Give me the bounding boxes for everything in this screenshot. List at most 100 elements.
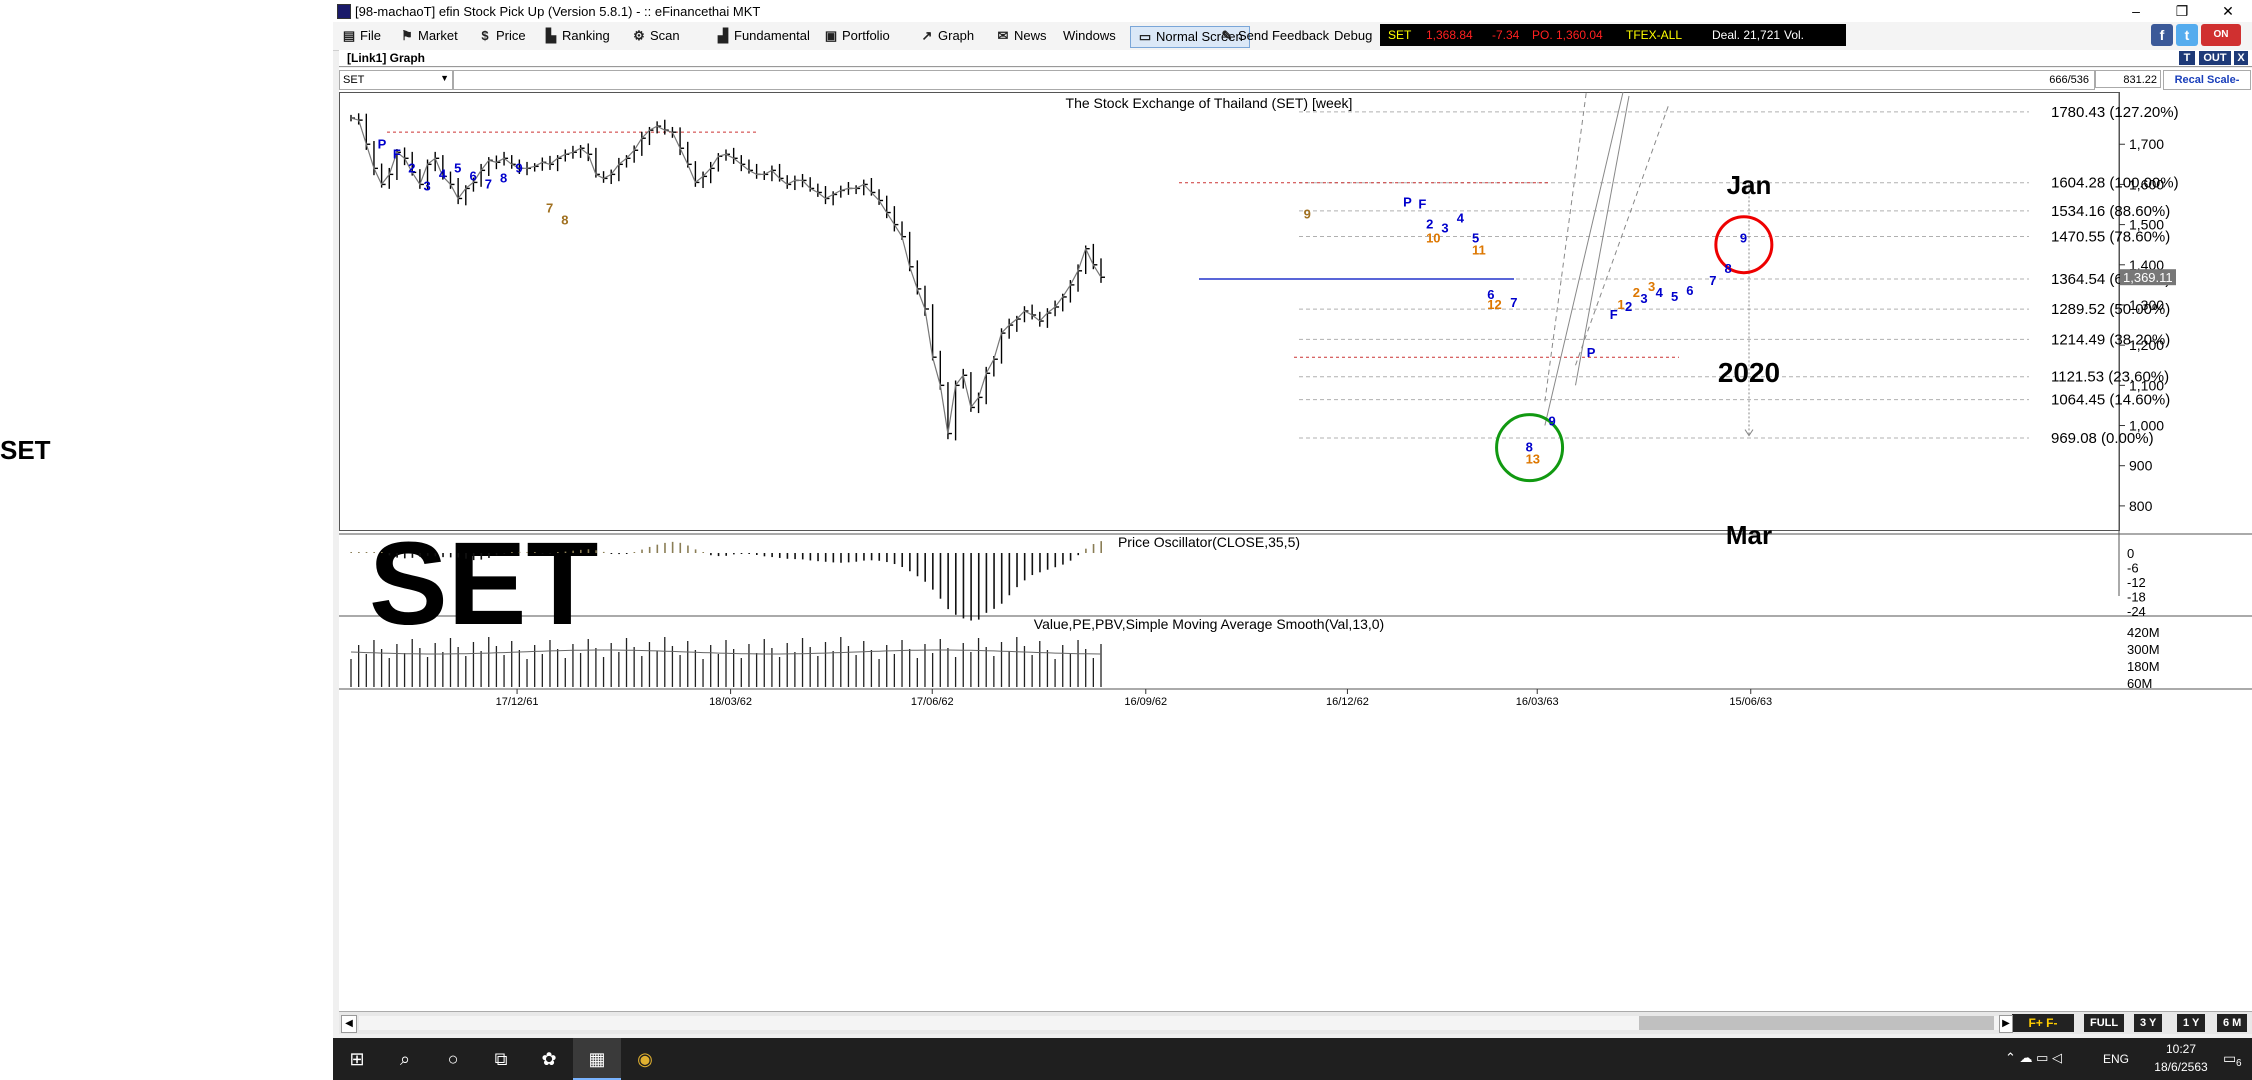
clock-date[interactable]: 18/6/2563 [2145, 1060, 2217, 1074]
td-count-label: 7 [1709, 273, 1716, 288]
oscillator-bar [1008, 553, 1011, 596]
graph-t-button[interactable]: T [2179, 51, 2195, 65]
close-button[interactable]: ✕ [2205, 0, 2251, 22]
td-count-label: 3 [1648, 279, 1655, 294]
menu-market[interactable]: ⚑ Market [399, 26, 458, 46]
efin-taskbar-icon[interactable]: ▦ [573, 1038, 621, 1080]
menu-price[interactable]: $ Price [477, 26, 526, 46]
task-view-icon[interactable]: ⧉ [477, 1038, 525, 1080]
td-count-label: 9 [1740, 231, 1747, 246]
oscillator-bar [579, 549, 582, 553]
restore-button[interactable]: ❐ [2159, 0, 2205, 22]
oscillator-bar [725, 553, 727, 556]
menu-file[interactable]: ▤ File [341, 26, 381, 46]
oscillator-bar [358, 552, 360, 553]
chart-area: 1,700 1,600 1,500 1,400 1,300 1,200 1,100 1,000… [339, 71, 2252, 1011]
search-icon[interactable]: ⌕ [381, 1038, 429, 1080]
cortana-icon[interactable]: ○ [429, 1038, 477, 1080]
menu-scan[interactable]: ⚙ Scan [631, 26, 679, 46]
menu-news[interactable]: ✉ News [995, 26, 1047, 46]
oscillator-bar [618, 553, 620, 555]
menu-label: Price [496, 28, 526, 43]
symbol-value: SET [343, 74, 365, 86]
menu-portfolio[interactable]: ▣ Portfolio [823, 26, 890, 46]
range-1y-button[interactable]: 1 Y [2177, 1014, 2206, 1032]
twitter-icon[interactable]: t [2176, 24, 2198, 46]
menu-ranking[interactable]: ▙ Ranking [543, 26, 610, 46]
facebook-icon[interactable]: f [2151, 24, 2173, 46]
oscillator-bar [656, 544, 659, 553]
symbol-row: SET ▼ 666/536 831.22 Recal Scale-Linear [339, 68, 2252, 104]
oscillator-bar [465, 553, 467, 559]
oscillator-bar [886, 553, 888, 563]
td-count-label: 8 [1725, 261, 1732, 276]
graph-icon: ↗ [921, 28, 933, 43]
range-full-button[interactable]: FULL [2084, 1014, 2125, 1032]
online-icon[interactable]: ON [2201, 24, 2241, 46]
menu-debug[interactable]: Debug [1334, 26, 1372, 46]
range-6m-button[interactable]: 6 M [2217, 1014, 2248, 1032]
oscillator-bar [733, 553, 735, 555]
oscillator-bar [901, 553, 904, 568]
graph-close-button[interactable]: X [2234, 51, 2248, 65]
annotation-jan: Jan [1727, 170, 1772, 200]
windows-start-icon[interactable]: ⊞ [333, 1038, 381, 1080]
oscillator-bar [801, 553, 804, 560]
oscillator-bar [365, 552, 368, 553]
menu-windows[interactable]: Windows [1063, 26, 1116, 46]
td-count-label: 4 [1457, 211, 1465, 226]
range-3y-button[interactable]: 3 Y [2134, 1014, 2163, 1032]
oscillator-bar [526, 552, 529, 553]
tray-icons[interactable]: ⌃ ☁ ▭ ◁ [2005, 1050, 2062, 1066]
fundamental-icon: ▟ [718, 28, 728, 43]
menu-fundamental[interactable]: ▟ Fundamental [715, 26, 810, 46]
x-tick-label: 16/03/63 [1516, 696, 1559, 708]
font-size-buttons[interactable]: F+ F- [2012, 1014, 2074, 1032]
oscillator-title: Price Oscillator(CLOSE,35,5) [1118, 534, 1300, 550]
chrome-icon[interactable]: ◉ [621, 1038, 669, 1080]
td-count-label: 7 [485, 176, 492, 191]
oscillator-bar [1069, 553, 1072, 561]
oscillator-bar [778, 553, 781, 558]
chart-title: The Stock Exchange of Thailand (SET) [we… [1066, 95, 1353, 111]
oscillator-bar [786, 553, 789, 559]
scroll-right-button[interactable]: ▶ [1999, 1015, 2013, 1033]
ticker-symbol: SET [1388, 28, 1412, 42]
language-indicator[interactable]: ENG [2103, 1052, 2129, 1066]
y-tick-label: 900 [2129, 458, 2153, 474]
menu-send-feedback[interactable]: ✎ Send Feedback [1219, 26, 1330, 46]
td-count-label: 4 [439, 166, 447, 181]
symbol-select[interactable]: SET ▼ [339, 70, 453, 90]
td-count-label: 3 [1640, 291, 1647, 306]
symbol-search-input[interactable] [453, 70, 2095, 90]
clock-time[interactable]: 10:27 [2151, 1042, 2211, 1056]
menu-label: Debug [1334, 28, 1373, 43]
graph-out-button[interactable]: OUT [2199, 51, 2231, 65]
volume-tick-label: 180M [2127, 659, 2160, 674]
oscillator-bar [449, 553, 452, 558]
notification-count: 6 [2236, 1058, 2242, 1069]
oscillator-bar [1085, 548, 1087, 553]
recal-scale-button[interactable]: Recal Scale-Linear [2163, 70, 2251, 104]
oscillator-bar [748, 553, 750, 554]
oscillator-bar [671, 541, 674, 553]
ticker-tfex: TFEX-ALL [1626, 28, 1683, 42]
minimize-button[interactable]: – [2113, 0, 2159, 22]
chart-svg[interactable]: 1,7001,6001,5001,4001,3001,2001,1001,000… [339, 71, 2252, 1011]
oscillator-bar [939, 553, 942, 599]
dollar-icon: $ [481, 28, 489, 43]
notification-icon[interactable]: ▭ [2223, 1050, 2236, 1067]
scroll-left-button[interactable]: ◀ [341, 1015, 357, 1033]
oscillator-bar [916, 553, 919, 577]
market-ticker: SET 1,368.84 -7.34 PO. 1,360.04 TFEX-ALL… [1380, 24, 1846, 64]
menu-graph[interactable]: ↗ Graph [919, 26, 975, 46]
scroll-thumb[interactable] [1639, 1016, 1994, 1030]
app-pinned-icon[interactable]: ✿ [525, 1038, 573, 1080]
menu-bar: ▤ File ⚑ Market $ Price ▙ Ranking ⚙ Scan ▟ Fundamen… [333, 22, 2252, 51]
scan-icon: ⚙ [633, 28, 645, 43]
app-icon [337, 4, 351, 19]
oscillator-bar [832, 553, 835, 563]
td-count-label: F [393, 146, 401, 161]
oscillator-tick-label: -18 [2127, 590, 2146, 605]
ticker-last: 1,368.84 [1426, 28, 1473, 42]
